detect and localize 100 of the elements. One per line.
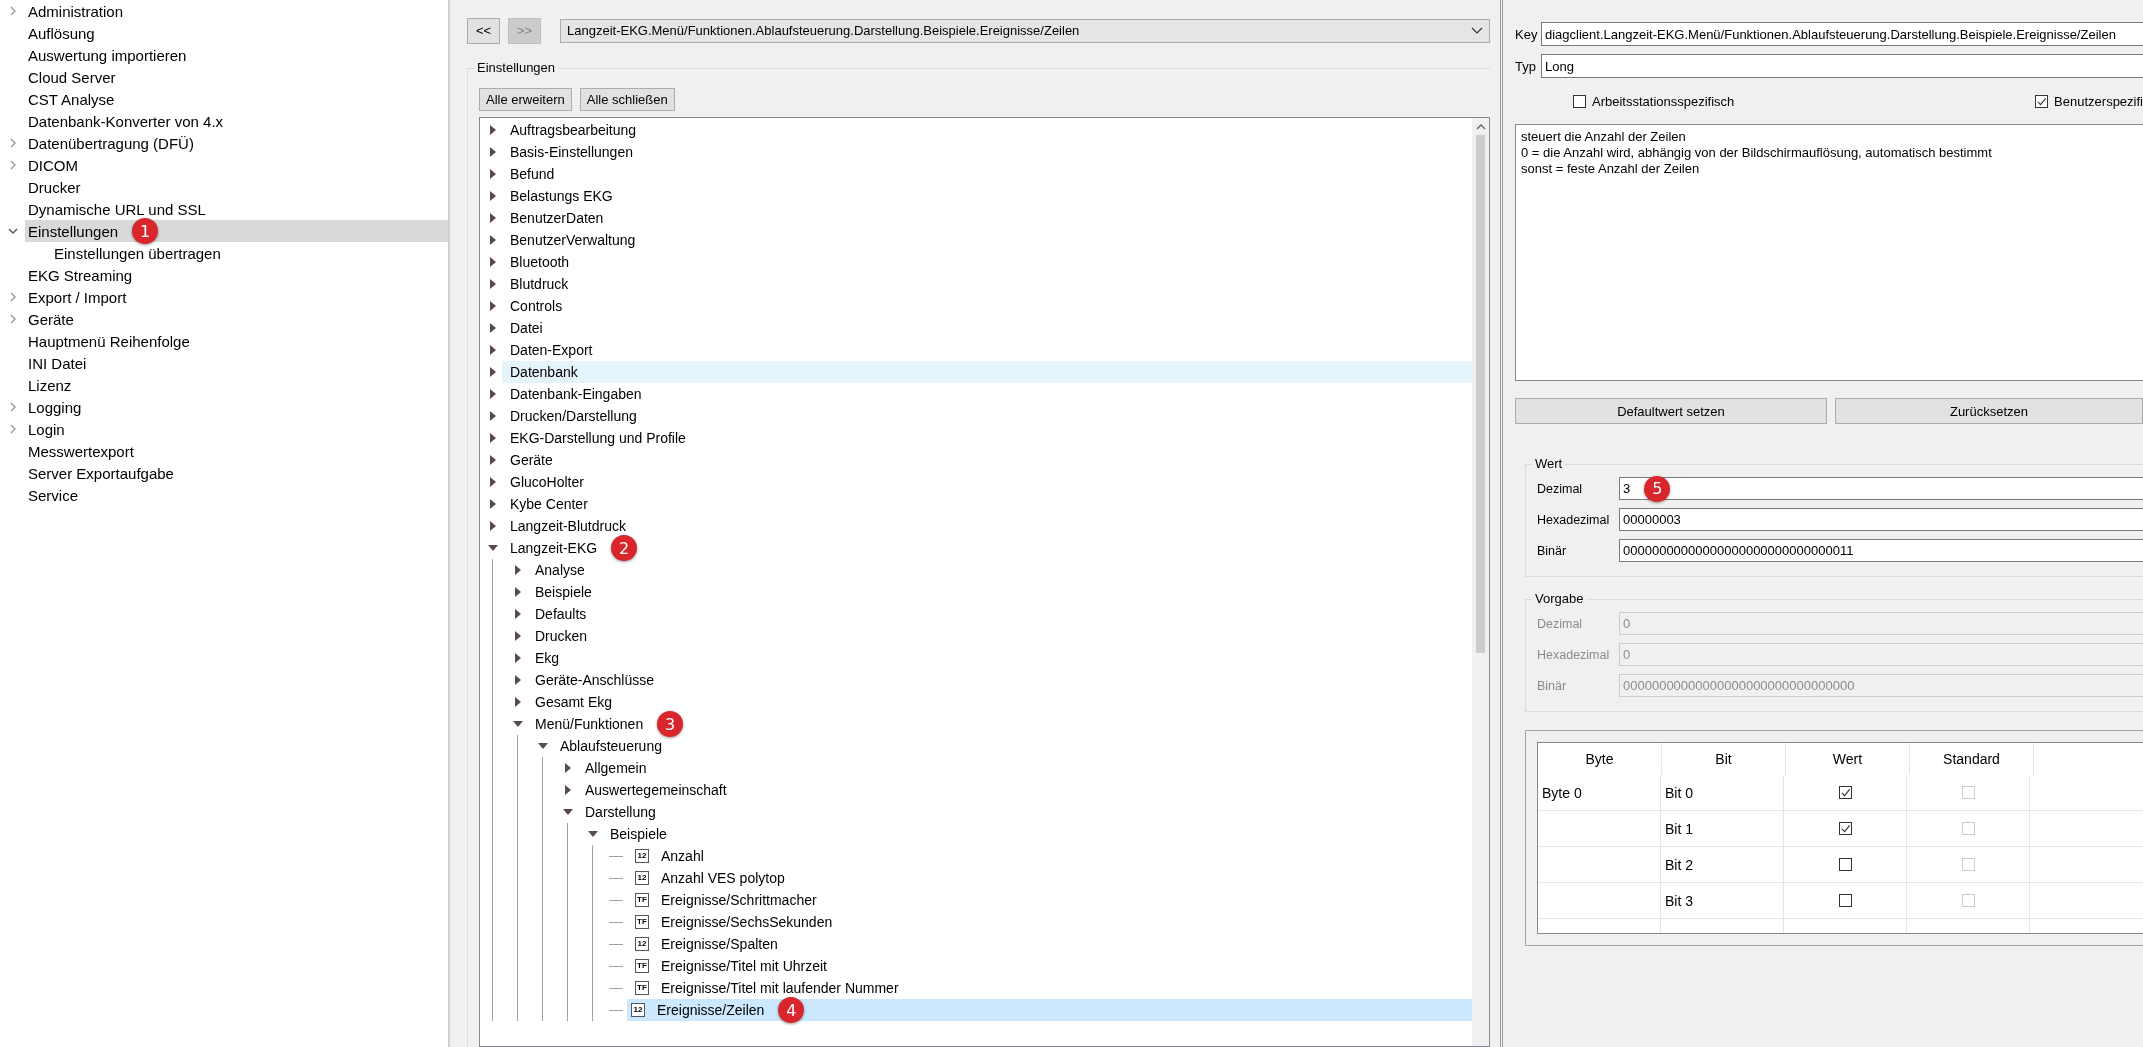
checkbox[interactable] — [1838, 894, 1852, 907]
triangle-right-icon[interactable] — [488, 521, 498, 531]
tree-item[interactable]: Allgemein — [577, 757, 1472, 779]
tree-item[interactable]: Datenbank — [502, 361, 1472, 383]
path-dropdown[interactable]: Langzeit-EKG.Menü/Funktionen.Ablaufsteuerung.Darstellung.Beispiele.Ereignisse/Zeilen — [560, 18, 1490, 43]
tree-item[interactable]: Auswertegemeinschaft — [577, 779, 1472, 801]
triangle-down-icon[interactable] — [588, 829, 598, 839]
sidebar-item[interactable]: Logging — [25, 396, 448, 418]
triangle-right-icon[interactable] — [488, 433, 498, 443]
tree-item[interactable]: Auftragsbearbeitung — [502, 119, 1472, 141]
triangle-right-icon[interactable] — [488, 213, 498, 223]
triangle-right-icon[interactable] — [563, 763, 573, 773]
sidebar-item[interactable]: Login — [25, 418, 448, 440]
scroll-up-icon[interactable] — [1475, 124, 1486, 130]
triangle-down-icon[interactable] — [563, 807, 573, 817]
triangle-right-icon[interactable] — [488, 477, 498, 487]
tree-item[interactable]: TF Ereignisse/Titel mit Uhrzeit — [627, 955, 1472, 977]
triangle-right-icon[interactable] — [488, 367, 498, 377]
triangle-right-icon[interactable] — [488, 499, 498, 509]
checkbox[interactable] — [1838, 786, 1852, 799]
tree-item[interactable]: Beispiele — [602, 823, 1472, 845]
tree-item[interactable]: Geräte-Anschlüsse — [527, 669, 1472, 691]
triangle-right-icon[interactable] — [488, 235, 498, 245]
checkbox[interactable] — [1838, 858, 1852, 871]
tree-item[interactable]: Geräte — [502, 449, 1472, 471]
tree-item[interactable]: Darstellung — [577, 801, 1472, 823]
triangle-right-icon[interactable] — [488, 279, 498, 289]
tree-item[interactable]: Gesamt Ekg — [527, 691, 1472, 713]
checkbox[interactable] — [1573, 94, 1586, 108]
tree-item[interactable]: Daten-Export — [502, 339, 1472, 361]
tree-item[interactable]: Drucken/Darstellung — [502, 405, 1472, 427]
sidebar-item[interactable]: Service — [25, 484, 448, 506]
tree-item[interactable]: TF Ereignisse/Schrittmacher — [627, 889, 1472, 911]
tree-item[interactable]: Drucken — [527, 625, 1472, 647]
triangle-right-icon[interactable] — [513, 587, 523, 597]
tree-item[interactable]: Analyse — [527, 559, 1472, 581]
triangle-right-icon[interactable] — [488, 169, 498, 179]
triangle-down-icon[interactable] — [538, 741, 548, 751]
tree-item[interactable]: Ablaufsteuerung — [552, 735, 1472, 757]
value-field[interactable]: 00000003 — [1619, 508, 2143, 531]
triangle-right-icon[interactable] — [488, 147, 498, 157]
sidebar-item[interactable]: CST Analyse — [25, 88, 448, 110]
sidebar-item[interactable]: Auswertung importieren — [25, 44, 448, 66]
sidebar-item[interactable]: EKG Streaming — [25, 264, 448, 286]
tree-item[interactable]: Befund — [502, 163, 1472, 185]
tree-item[interactable]: BenutzerDaten — [502, 207, 1472, 229]
key-field[interactable]: diagclient.Langzeit-EKG.Menü/Funktionen.Ablaufsteuerung.Darstellung.Beispiele.Ereignisse/Zeilen — [1541, 22, 2143, 46]
sidebar-item[interactable]: Administration — [25, 0, 448, 22]
sidebar-item[interactable]: INI Datei — [25, 352, 448, 374]
triangle-right-icon[interactable] — [513, 565, 523, 575]
sidebar-item[interactable]: Einstellungen übertragen — [25, 242, 448, 264]
tree-item[interactable]: Menü/Funktionen 3 — [527, 713, 1472, 735]
sidebar-item[interactable]: Lizenz — [25, 374, 448, 396]
triangle-right-icon[interactable] — [513, 653, 523, 663]
sidebar-item[interactable]: Datenbank-Konverter von 4.x — [25, 110, 448, 132]
sidebar-item[interactable]: Cloud Server — [25, 66, 448, 88]
checkbox[interactable] — [2035, 94, 2049, 108]
type-field[interactable]: Long — [1541, 54, 2143, 78]
tree-item[interactable]: Beispiele — [527, 581, 1472, 603]
sidebar-item[interactable]: Server Exportaufgabe — [25, 462, 448, 484]
tree-item[interactable]: Basis-Einstellungen — [502, 141, 1472, 163]
tree-item[interactable]: Langzeit-EKG 2 — [502, 537, 1472, 559]
tree-item[interactable]: 12 Ereignisse/Spalten — [627, 933, 1472, 955]
triangle-right-icon[interactable] — [488, 301, 498, 311]
triangle-right-icon[interactable] — [488, 191, 498, 201]
tree-item[interactable]: Blutdruck — [502, 273, 1472, 295]
tree-item[interactable]: 12 Anzahl — [627, 845, 1472, 867]
action-button[interactable]: Defaultwert setzen — [1515, 398, 1827, 424]
triangle-right-icon[interactable] — [488, 323, 498, 333]
scrollbar-thumb[interactable] — [1476, 135, 1485, 653]
tree-item[interactable]: 12 Anzahl VES polytop — [627, 867, 1472, 889]
tree-item[interactable]: Datenbank-Eingaben — [502, 383, 1472, 405]
tree-item[interactable]: Belastungs EKG — [502, 185, 1472, 207]
triangle-right-icon[interactable] — [513, 631, 523, 641]
sidebar-item[interactable]: Drucker — [25, 176, 448, 198]
sidebar-item[interactable]: Einstellungen 1 — [25, 220, 448, 242]
tree-item[interactable]: BenutzerVerwaltung — [502, 229, 1472, 251]
sidebar-item[interactable]: Geräte — [25, 308, 448, 330]
tree-item[interactable]: 12 Ereignisse/Zeilen 4 — [627, 999, 1472, 1021]
tree-item[interactable]: Controls — [502, 295, 1472, 317]
triangle-down-icon[interactable] — [513, 719, 523, 729]
tree-item[interactable]: Defaults — [527, 603, 1472, 625]
triangle-right-icon[interactable] — [513, 609, 523, 619]
tree-item[interactable]: Ekg — [527, 647, 1472, 669]
description-box[interactable]: steuert die Anzahl der Zeilen 0 = die Anzahl wird, abhängig von der Bildschirmauflösung, automatisch bestimmt sonst = feste Anzahl der Zeilen — [1515, 124, 2143, 381]
checkbox[interactable] — [1838, 822, 1852, 835]
triangle-right-icon[interactable] — [488, 389, 498, 399]
tree-item[interactable]: GlucoHolter — [502, 471, 1472, 493]
triangle-right-icon[interactable] — [513, 675, 523, 685]
triangle-right-icon[interactable] — [563, 785, 573, 795]
tree-item[interactable]: TF Ereignisse/SechsSekunden — [627, 911, 1472, 933]
tree-item[interactable]: Kybe Center — [502, 493, 1472, 515]
back-button[interactable]: << — [467, 17, 500, 44]
tree-item[interactable]: Bluetooth — [502, 251, 1472, 273]
triangle-down-icon[interactable] — [488, 543, 498, 553]
triangle-right-icon[interactable] — [488, 257, 498, 267]
triangle-right-icon[interactable] — [488, 345, 498, 355]
sidebar-item[interactable]: Dynamische URL und SSL — [25, 198, 448, 220]
sidebar-item[interactable]: Auflösung — [25, 22, 448, 44]
tree-item[interactable]: Langzeit-Blutdruck — [502, 515, 1472, 537]
